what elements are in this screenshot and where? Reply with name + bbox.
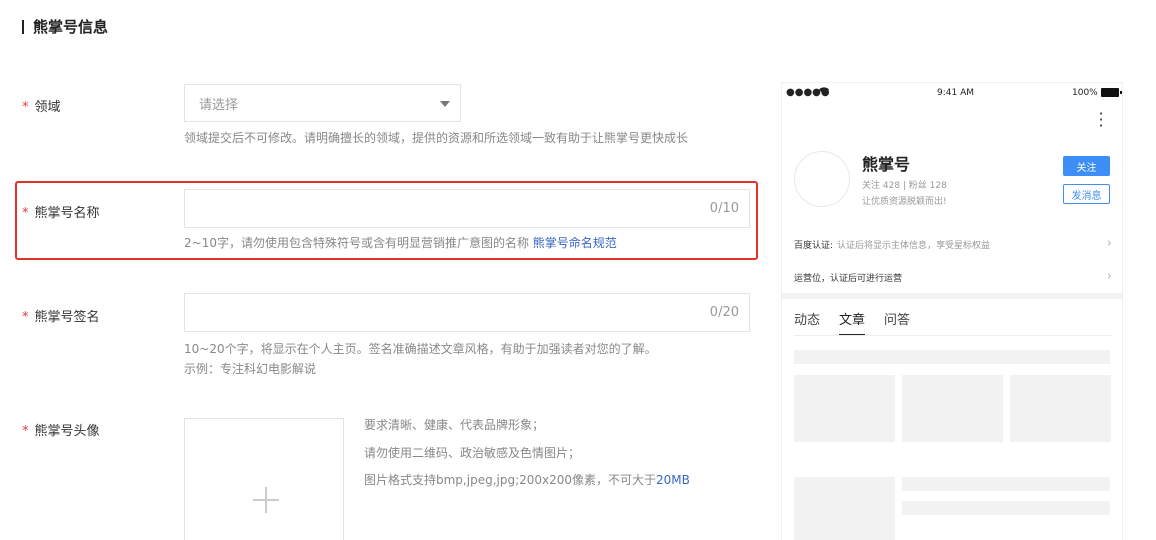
placeholder-card bbox=[902, 375, 1003, 442]
tab-divider bbox=[794, 335, 1112, 336]
chevron-right-icon: › bbox=[1106, 236, 1112, 251]
status-bar: ●●●●● 9:41 AM 100% bbox=[782, 83, 1122, 103]
avatar-req-1: 要求清晰、健康、代表品牌形象； bbox=[364, 418, 545, 432]
domain-select-placeholder: 请选择 bbox=[199, 97, 239, 113]
account-stats: 关注 428 | 粉丝 128 bbox=[862, 181, 947, 191]
avatar-req-3: 图片格式支持bmp,jpeg,jpg;200x200像素，不可大于20MB bbox=[364, 473, 690, 487]
wifi-icon bbox=[818, 86, 830, 99]
domain-hint: 领域提交后不可修改。请明确擅长的领域，提供的资源和所选领域一致有助于让熊掌号更快… bbox=[184, 131, 689, 145]
name-label: * 熊掌号名称 bbox=[22, 206, 100, 221]
required-mark: * bbox=[22, 100, 29, 115]
placeholder-card bbox=[1010, 375, 1111, 442]
chevron-right-icon: › bbox=[1106, 269, 1112, 284]
certification-row[interactable]: 百度认证: 认证后将显示主体信息，享受星标权益 › bbox=[794, 236, 1112, 251]
section-title-text: 熊掌号信息 bbox=[33, 18, 109, 36]
required-mark: * bbox=[22, 310, 29, 325]
placeholder-thumb bbox=[794, 477, 895, 540]
required-mark: * bbox=[22, 206, 29, 221]
follow-button[interactable]: 关注 bbox=[1063, 156, 1110, 176]
signature-hint: 10~20个字，将显示在个人主页。签名准确描述文章风格，有助于加强读者对您的了解… bbox=[184, 342, 657, 356]
placeholder-line bbox=[902, 501, 1110, 515]
placeholder-line bbox=[902, 477, 1110, 491]
tab-articles[interactable]: 文章 bbox=[839, 309, 866, 336]
avatar bbox=[794, 151, 850, 207]
signature-label: * 熊掌号签名 bbox=[22, 310, 100, 325]
required-mark: * bbox=[22, 424, 29, 439]
placeholder-bar bbox=[794, 350, 1110, 364]
signature-input[interactable]: 0/20 bbox=[184, 293, 750, 332]
battery-percent: 100% bbox=[1072, 88, 1098, 98]
account-slogan: 让优质资源脱颖而出! bbox=[862, 197, 947, 207]
size-limit: 20MB bbox=[656, 473, 690, 487]
status-time: 9:41 AM bbox=[937, 88, 974, 98]
domain-label: * 领域 bbox=[22, 100, 61, 115]
name-hint: 2~10字，请勿使用包含特殊符号或含有明显营销推广意图的名称 熊掌号命名规范 bbox=[184, 236, 617, 250]
operation-row[interactable]: 运营位，认证后可进行运营 › bbox=[794, 269, 1112, 284]
plus-icon-vertical bbox=[265, 487, 267, 513]
avatar-upload[interactable] bbox=[184, 418, 344, 540]
tab-dynamic[interactable]: 动态 bbox=[794, 309, 820, 336]
section-title: 熊掌号信息 bbox=[22, 16, 108, 37]
more-icon[interactable]: · · · bbox=[1096, 106, 1106, 134]
name-counter: 0/10 bbox=[709, 201, 739, 216]
account-name: 熊掌号 bbox=[862, 155, 911, 174]
avatar-req-2: 请勿使用二维码、政治敏感及色情图片； bbox=[364, 446, 581, 460]
preview-tabs: 动态 文章 问答 bbox=[794, 309, 929, 336]
placeholder-card bbox=[794, 375, 895, 442]
name-input[interactable]: 0/10 bbox=[184, 189, 750, 228]
divider bbox=[782, 293, 1122, 299]
mobile-preview: ●●●●● 9:41 AM 100% · · · 熊掌号 关注 428 | 粉丝 1… bbox=[781, 82, 1123, 540]
battery-icon bbox=[1101, 88, 1122, 97]
avatar-label: * 熊掌号头像 bbox=[22, 424, 100, 439]
domain-select[interactable]: 请选择 bbox=[184, 84, 461, 122]
title-bar bbox=[22, 19, 24, 34]
signature-counter: 0/20 bbox=[709, 305, 739, 320]
message-button[interactable]: 发消息 bbox=[1063, 184, 1110, 204]
caret-down-icon bbox=[440, 101, 450, 107]
tab-qa[interactable]: 问答 bbox=[884, 309, 910, 336]
naming-rules-link[interactable]: 熊掌号命名规范 bbox=[533, 236, 617, 250]
signature-example: 示例：专注科幻电影解说 bbox=[184, 362, 317, 376]
